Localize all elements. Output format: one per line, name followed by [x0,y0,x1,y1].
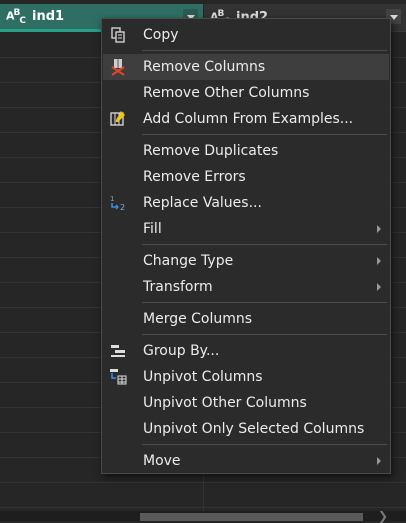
column-title: ind1 [32,9,65,24]
menu-item-remove-columns[interactable]: Remove Columns [103,54,389,80]
menu-item-group-by[interactable]: Group By... [103,338,389,364]
unpivot-icon [109,368,127,386]
submenu-arrow-icon [377,257,381,265]
menu-item-move[interactable]: Move [103,448,389,474]
menu-item-unpivot-columns[interactable]: Unpivot Columns [103,364,389,390]
menu-item-merge-columns[interactable]: Merge Columns [103,306,389,332]
menu-item-unpivot-only-selected-columns[interactable]: Unpivot Only Selected Columns [103,416,389,442]
submenu-arrow-icon [377,225,381,233]
submenu-arrow-icon [377,283,381,291]
scrollbar-thumb[interactable] [140,513,363,521]
menu-item-remove-other-columns[interactable]: Remove Other Columns [103,80,389,106]
menu-item-transform[interactable]: Transform [103,274,389,300]
menu-item-add-column-from-examples[interactable]: Add Column From Examples... [103,106,389,132]
svg-text:2: 2 [120,203,125,212]
menu-item-remove-errors[interactable]: Remove Errors [103,164,389,190]
menu-item-replace-values[interactable]: 12 Replace Values... [103,190,389,216]
menu-item-remove-duplicates[interactable]: Remove Duplicates [103,138,389,164]
submenu-arrow-icon [377,457,381,465]
group-by-icon [109,342,127,360]
menu-item-unpivot-other-columns[interactable]: Unpivot Other Columns [103,390,389,416]
copy-icon [109,26,127,44]
svg-text:1: 1 [110,195,114,203]
column-context-menu: Copy Remove Columns Remove Other Columns… [101,18,391,474]
replace-values-icon: 12 [109,194,127,212]
menu-item-fill[interactable]: Fill [103,216,389,242]
menu-item-change-type[interactable]: Change Type [103,248,389,274]
text-type-icon[interactable]: ABC [6,8,28,26]
horizontal-scrollbar[interactable]: ❯ [0,509,406,523]
menu-item-copy[interactable]: Copy [103,22,389,48]
remove-columns-icon [109,58,127,76]
add-column-examples-icon [109,110,127,128]
